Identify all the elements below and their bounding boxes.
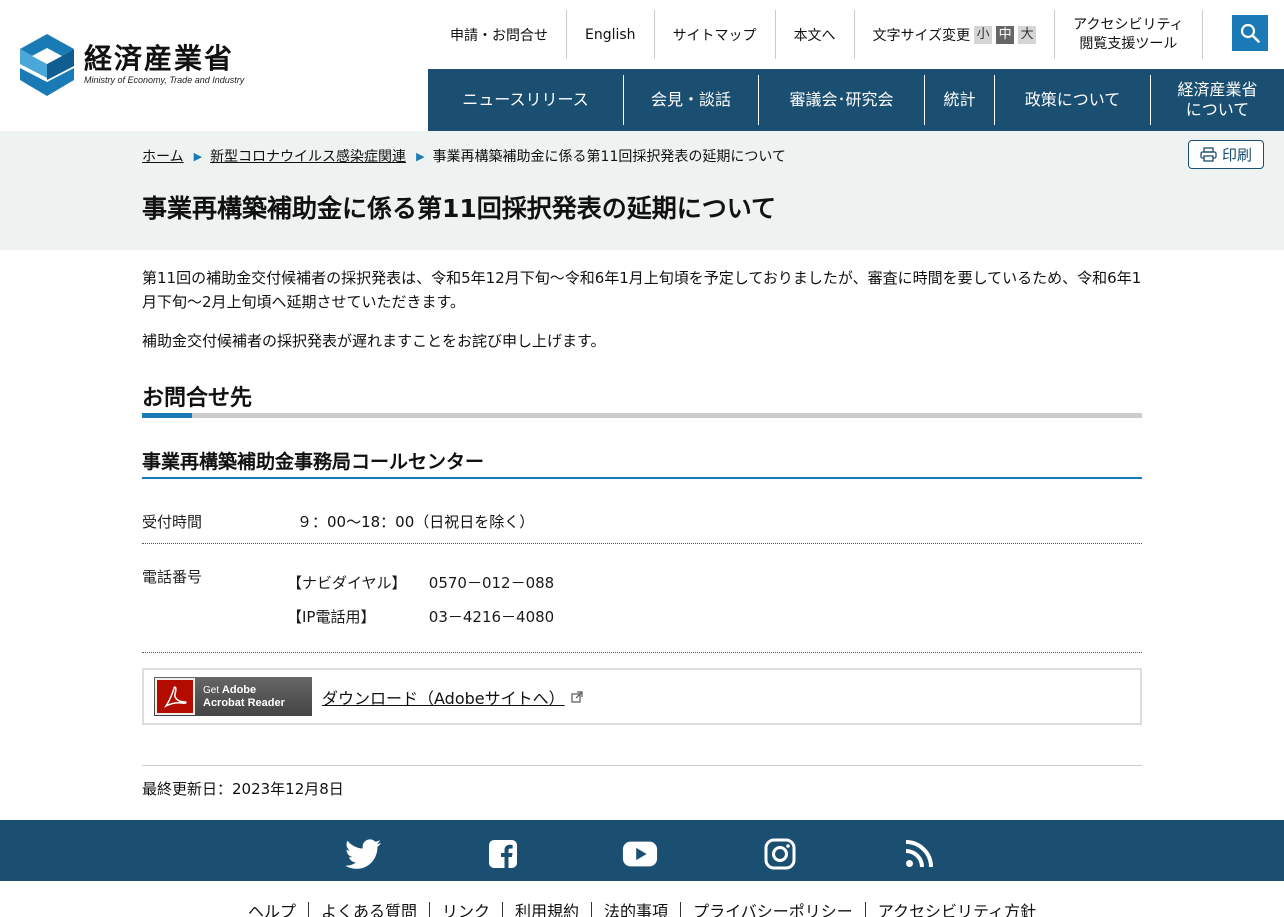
gnav-statistics[interactable]: 統計 [924, 75, 994, 125]
phone-ip: 【IP電話用】 03－4216－4080 [287, 606, 554, 627]
logo-title: 経済産業省 [84, 42, 235, 75]
global-nav: ニュースリリース 会見・談話 審議会･研究会 統計 政策について 経済産業省 に… [428, 69, 1284, 131]
printer-icon [1200, 147, 1217, 162]
contact-heading: お問合せ先 [142, 380, 1142, 420]
util-link-sitemap[interactable]: サイトマップ [655, 10, 776, 59]
heading-underline [142, 413, 1142, 418]
breadcrumb-arrow-icon: ▶ [193, 149, 203, 163]
contact-heading-text: お問合せ先 [142, 386, 253, 411]
logo-subtitle: Ministry of Economy, Trade and Industry [84, 75, 245, 85]
accessibility-line1: アクセシビリティ [1073, 16, 1184, 33]
youtube-icon[interactable] [622, 838, 658, 870]
gnav-policies[interactable]: 政策について [994, 75, 1150, 125]
gnav-news-release[interactable]: ニュースリリース [428, 75, 623, 125]
breadcrumb-arrow-icon: ▶ [416, 149, 425, 163]
util-link-english[interactable]: English [567, 10, 655, 59]
hours-label: 受付時間 [142, 513, 203, 531]
footer-link-faq[interactable]: よくある質問 [308, 902, 429, 917]
font-size-large-button[interactable]: 大 [1018, 25, 1037, 44]
adobe-badge-brand: Adobe [221, 683, 257, 696]
page-title: 事業再構築補助金に係る第11回採択発表の延期について [142, 194, 777, 223]
title-band: ホーム ▶ 新型コロナウイルス感染症関連 ▶ 事業再構築補助金に係る第11回採択… [0, 131, 1284, 250]
font-size-label: 文字サイズ変更 [872, 27, 971, 44]
phone-number: 03－4216－4080 [428, 608, 555, 626]
accessibility-line2: 閲覧支援ツール [1079, 35, 1178, 52]
util-link-inquiry[interactable]: 申請・お問合せ [428, 10, 567, 59]
contact-row-phone: 電話番号 【ナビダイヤル】 0570－012－088 【IP電話用】 03－42… [142, 544, 1142, 653]
body-paragraph-1: 第11回の補助金交付候補者の採択発表は、令和5年12月下旬～令和6年1月上旬頃を… [142, 269, 1142, 311]
footer-link-help[interactable]: ヘルプ [236, 902, 308, 917]
footer-link-privacy[interactable]: プライバシーポリシー [680, 902, 865, 917]
breadcrumb-home[interactable]: ホーム [142, 146, 184, 166]
accessibility-tool-link[interactable]: アクセシビリティ 閲覧支援ツール [1055, 10, 1203, 59]
footer-link-links[interactable]: リンク [429, 902, 502, 917]
adobe-reader-box: Get Adobe Acrobat Reader ダウンロード（Adobeサイト… [142, 668, 1142, 725]
external-link-icon [571, 690, 583, 703]
gnav-press-conference[interactable]: 会見・談話 [623, 75, 758, 125]
body-paragraph-2: 補助金交付候補者の採択発表が遅れますことをお詫び申し上げます。 [142, 332, 606, 350]
phone-label: 電話番号 [142, 568, 203, 586]
adobe-badge-get: Get [203, 684, 220, 696]
meti-logo[interactable]: 経済産業省 Ministry of Economy, Trade and Ind… [20, 34, 244, 96]
facebook-icon[interactable] [485, 838, 521, 870]
font-size-medium-button[interactable]: 中 [996, 25, 1015, 44]
adobe-badge-product: Acrobat Reader [203, 696, 285, 709]
site-header: 経済産業省 Ministry of Economy, Trade and Ind… [0, 0, 1284, 131]
adobe-download-label: ダウンロード（Adobeサイトへ） [322, 688, 565, 708]
adobe-download-link[interactable]: ダウンロード（Adobeサイトへ） [322, 685, 583, 709]
util-link-skip-to-content[interactable]: 本文へ [776, 10, 855, 59]
last-updated: 最終更新日：2023年12月8日 [142, 765, 1142, 799]
breadcrumb-parent[interactable]: 新型コロナウイルス感染症関連 [210, 146, 406, 166]
footer-link-accessibility[interactable]: アクセシビリティ方針 [864, 902, 1048, 917]
gnav-about-meti[interactable]: 経済産業省 について [1150, 75, 1284, 125]
rss-icon[interactable] [901, 838, 937, 870]
contact-office-heading: 事業再構築補助金事務局コールセンター [142, 447, 1142, 479]
footer-social-bar [0, 820, 1284, 881]
print-button[interactable]: 印刷 [1188, 140, 1264, 169]
contact-office-name: 事業再構築補助金事務局コールセンター [142, 451, 485, 473]
footer-links: ヘルプ よくある質問 リンク 利用規約 法的事項 プライバシーポリシー アクセシ… [0, 881, 1284, 917]
phone-type-label: 【IP電話用】 [287, 608, 376, 626]
twitter-icon[interactable] [346, 838, 382, 870]
meti-logo-icon [20, 34, 74, 96]
utility-nav: 申請・お問合せ English サイトマップ 本文へ 文字サイズ変更 小 中 大… [428, 10, 1203, 59]
print-label: 印刷 [1221, 146, 1252, 164]
contact-row-hours: 受付時間 ９：00～18：00（日祝日を除く） [142, 479, 1142, 544]
phone-navi-dial: 【ナビダイヤル】 0570－012－088 [287, 572, 554, 593]
instagram-icon[interactable] [762, 838, 798, 870]
breadcrumb-current: 事業再構築補助金に係る第11回採択発表の延期について [432, 149, 786, 165]
acrobat-icon [155, 678, 195, 715]
search-icon [1240, 23, 1260, 43]
breadcrumb: ホーム ▶ 新型コロナウイルス感染症関連 ▶ 事業再構築補助金に係る第11回採択… [142, 146, 786, 166]
get-adobe-reader-badge[interactable]: Get Adobe Acrobat Reader [154, 677, 312, 716]
adobe-badge-text: Get Adobe Acrobat Reader [203, 684, 285, 710]
heading-underline-accent [142, 413, 192, 418]
hours-value: ９：00～18：00（日祝日を除く） [297, 513, 535, 531]
font-size-switcher: 文字サイズ変更 小 中 大 [855, 10, 1056, 59]
font-size-small-button[interactable]: 小 [974, 25, 993, 44]
gnav-councils[interactable]: 審議会･研究会 [758, 75, 924, 125]
search-button[interactable] [1232, 15, 1268, 51]
phone-number: 0570－012－088 [428, 574, 555, 592]
phone-type-label: 【ナビダイヤル】 [287, 574, 407, 592]
footer-link-terms[interactable]: 利用規約 [502, 902, 591, 917]
footer-link-legal[interactable]: 法的事項 [591, 902, 680, 917]
